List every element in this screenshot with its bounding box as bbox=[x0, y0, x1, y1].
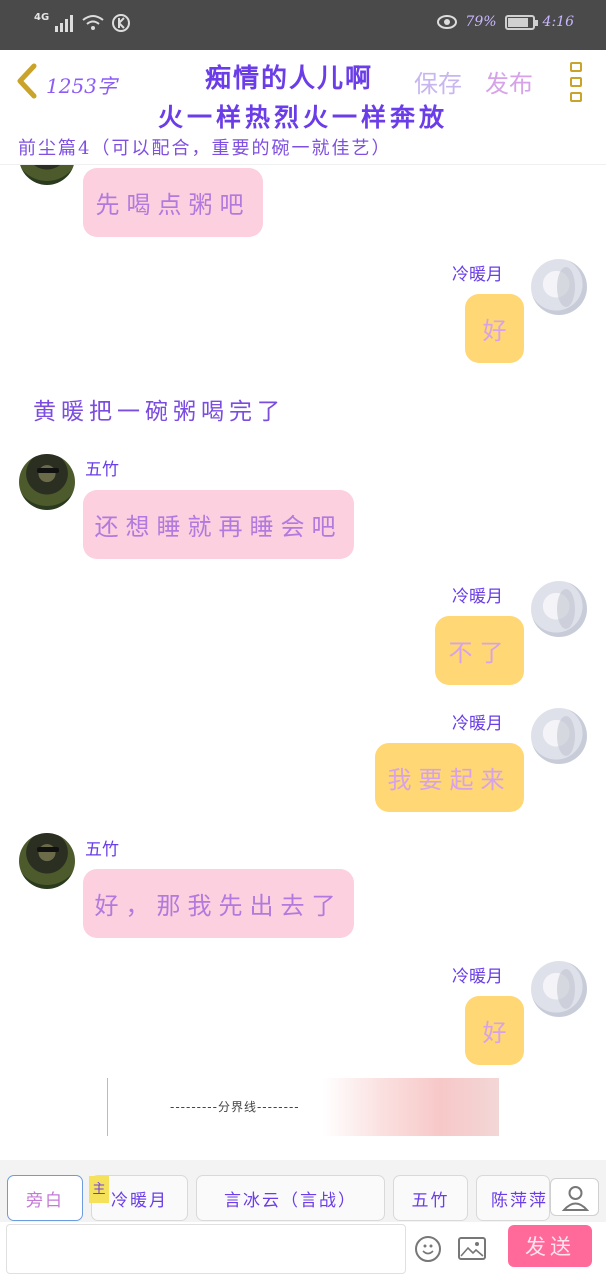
message-bubble[interactable]: 好 bbox=[465, 294, 524, 363]
status-bar: 4G 79% 4:16 bbox=[0, 0, 606, 50]
word-count: 1253字 bbox=[46, 74, 117, 98]
eye-comfort-icon bbox=[437, 15, 458, 29]
separator-card[interactable]: ---------分界线-------- bbox=[107, 1078, 499, 1136]
wifi-icon bbox=[82, 15, 104, 30]
avatar[interactable] bbox=[531, 259, 587, 315]
message-text: 好，那我先出去了 bbox=[94, 892, 343, 920]
battery-fill bbox=[507, 17, 529, 27]
role-label: 五竹 bbox=[411, 1190, 450, 1211]
role-label: 旁白 bbox=[26, 1190, 64, 1211]
story-subtitle: 前尘篇4（可以配合，重要的碗一就佳艺） bbox=[18, 138, 392, 159]
save-button[interactable]: 保存 bbox=[414, 64, 462, 99]
message-bubble[interactable]: 先喝点粥吧 bbox=[83, 168, 263, 237]
character-manage-button[interactable] bbox=[550, 1178, 599, 1216]
message-text: 先喝点粥吧 bbox=[95, 191, 251, 219]
message-text: 我要起来 bbox=[387, 766, 512, 794]
user-icon bbox=[561, 1186, 590, 1211]
role-label: 言冰云（言战） bbox=[224, 1190, 357, 1211]
message-bubble[interactable]: 我要起来 bbox=[375, 743, 524, 812]
input-bar: 发送 bbox=[0, 1222, 606, 1280]
k-app-icon bbox=[112, 14, 131, 32]
avatar[interactable] bbox=[531, 708, 587, 764]
role-chip-chenpingping[interactable]: 陈萍萍 bbox=[476, 1175, 550, 1221]
more-dot bbox=[570, 77, 582, 87]
clock: 4:16 bbox=[542, 14, 574, 30]
banner-text: 火一样热烈火一样奔放 bbox=[157, 103, 448, 132]
battery-percent: 79% bbox=[465, 14, 497, 30]
image-glyph bbox=[460, 1242, 484, 1257]
signal-icon bbox=[55, 15, 74, 32]
message-text: 还想睡就再睡会吧 bbox=[94, 513, 343, 541]
page-title: 痴情的人儿啊 bbox=[205, 64, 374, 94]
battery-icon bbox=[504, 14, 538, 30]
role-chip-narration[interactable]: 旁白 bbox=[7, 1175, 83, 1221]
back-icon[interactable] bbox=[12, 62, 42, 100]
message-text: 好 bbox=[482, 317, 507, 345]
status-right: 79% 4:16 bbox=[437, 14, 574, 30]
role-chip-wuzhu[interactable]: 五竹 bbox=[393, 1175, 468, 1221]
send-label: 发送 bbox=[525, 1235, 575, 1259]
more-dot bbox=[570, 62, 582, 72]
speaker-name: 五竹 bbox=[85, 460, 119, 480]
narration-text[interactable]: 黄暖把一碗粥喝完了 bbox=[33, 392, 285, 426]
publish-button[interactable]: 发布 bbox=[485, 64, 533, 99]
avatar[interactable] bbox=[19, 165, 75, 185]
speaker-name: 五竹 bbox=[85, 840, 119, 860]
separator-text: ---------分界线-------- bbox=[170, 1100, 300, 1114]
avatar[interactable] bbox=[19, 833, 75, 889]
image-icon[interactable] bbox=[458, 1237, 486, 1260]
protagonist-tag: 主 bbox=[89, 1176, 109, 1203]
speaker-name: 冷暖月 bbox=[452, 714, 503, 734]
message-text: 不了 bbox=[448, 639, 511, 667]
avatar[interactable] bbox=[531, 961, 587, 1017]
network-type: 4G bbox=[34, 11, 50, 23]
speaker-name: 冷暖月 bbox=[452, 587, 503, 607]
message-bubble[interactable]: 不了 bbox=[435, 616, 524, 685]
chat-area[interactable]: 先喝点粥吧 冷暖月 好 黄暖把一碗粥喝完了 五竹 还想睡就再睡会吧 冷暖月 不了… bbox=[0, 165, 606, 1160]
role-chip-yanbingyun[interactable]: 言冰云（言战） bbox=[196, 1175, 385, 1221]
message-bubble[interactable]: 好，那我先出去了 bbox=[83, 869, 354, 938]
emoji-icon[interactable] bbox=[415, 1236, 441, 1262]
role-label: 冷暖月 bbox=[111, 1190, 168, 1211]
speaker-name: 冷暖月 bbox=[452, 967, 503, 987]
avatar[interactable] bbox=[19, 454, 75, 510]
message-input[interactable] bbox=[6, 1224, 406, 1274]
message-bubble[interactable]: 好 bbox=[465, 996, 524, 1065]
avatar[interactable] bbox=[531, 581, 587, 637]
role-label: 陈萍萍 bbox=[491, 1190, 548, 1211]
message-text: 好 bbox=[482, 1019, 507, 1047]
send-button[interactable]: 发送 bbox=[508, 1225, 592, 1267]
status-left: 4G bbox=[34, 11, 131, 33]
more-menu-button[interactable] bbox=[570, 62, 584, 102]
role-selector: 旁白 冷暖月 主 言冰云（言战） 五竹 陈萍萍 bbox=[0, 1160, 606, 1222]
message-bubble[interactable]: 还想睡就再睡会吧 bbox=[83, 490, 354, 559]
emoji-face bbox=[422, 1244, 434, 1255]
speaker-name: 冷暖月 bbox=[452, 265, 503, 285]
